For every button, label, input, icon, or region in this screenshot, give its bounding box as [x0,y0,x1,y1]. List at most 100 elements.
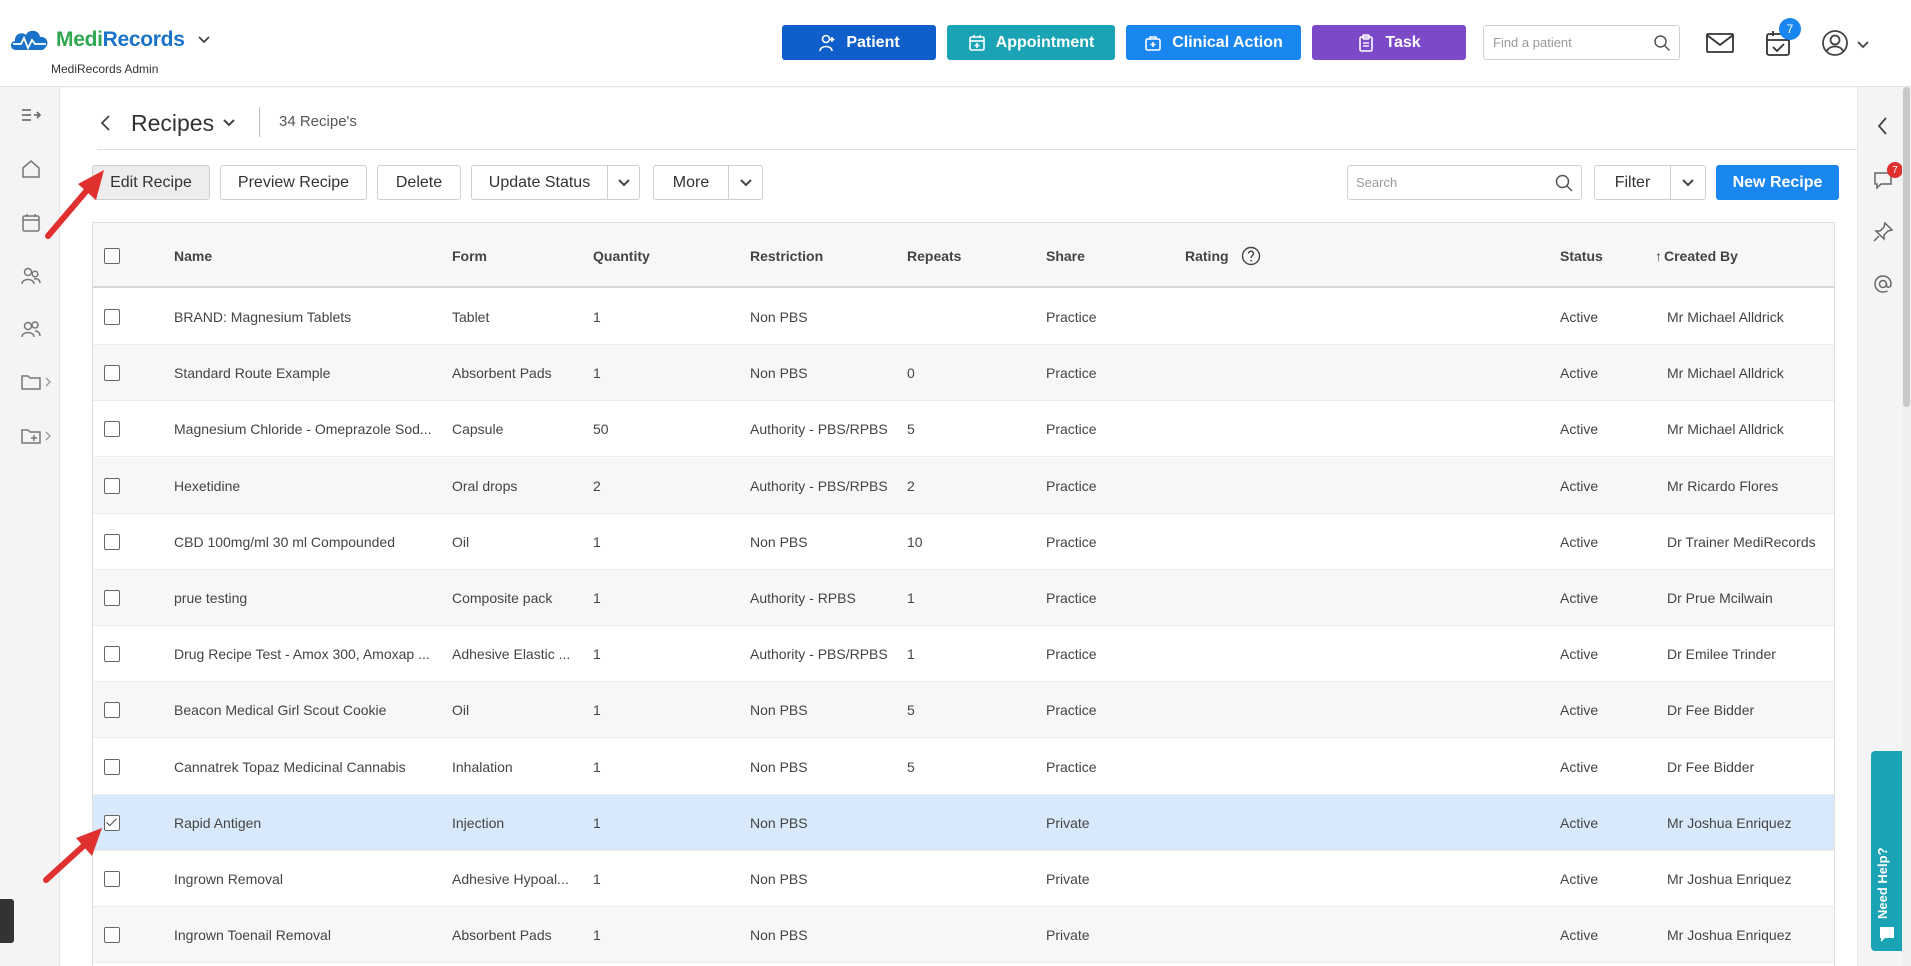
cell-name: Cannatrek Topaz Medicinal Cannabis [174,758,406,775]
select-all-checkbox[interactable] [104,248,120,264]
cell-repeats: 1 [907,646,915,663]
filter-dropdown[interactable] [1670,165,1706,200]
expand-menu-icon[interactable] [20,105,42,127]
chevron-right-icon[interactable] [44,377,52,387]
cell-restriction: Non PBS [750,927,808,944]
app-logo[interactable]: MediRecords [8,26,211,54]
recipe-search-field[interactable] [1347,165,1582,200]
column-rating[interactable]: Rating [1185,223,1261,288]
find-patient-input[interactable] [1484,26,1644,59]
cell-quantity: 1 [593,927,601,944]
filter-button[interactable]: Filter [1594,165,1671,200]
cell-quantity: 2 [593,477,601,494]
column-quantity[interactable]: Quantity [593,223,650,288]
column-share[interactable]: Share [1046,223,1085,288]
preview-recipe-button[interactable]: Preview Recipe [220,165,367,200]
row-checkbox[interactable] [104,533,120,550]
chevron-down-icon[interactable] [197,33,211,47]
pin-icon[interactable] [1872,221,1894,243]
chat-badge: 7 [1887,162,1903,178]
table-row[interactable]: Cannatrek Topaz Medicinal Cannabis Inhala… [93,738,1834,795]
more-button[interactable]: More [653,165,729,200]
cell-status: Active [1560,533,1599,550]
help-circle-icon[interactable] [1241,246,1261,266]
cell-restriction: Non PBS [750,871,808,887]
table-row[interactable]: CBD 100mg/ml 30 ml Compounded Oil 1 Non PBS… [93,513,1834,570]
table-row[interactable]: Hexetidine Oral drops 2 Authority - PBS/RPB… [93,457,1834,514]
chevron-right-icon[interactable] [44,431,52,441]
table-row[interactable]: Ingrown Toenail Removal Absorbent Pads 1 No… [93,907,1834,964]
cell-created-by: Mr Michael Alldrick [1667,309,1784,325]
cell-form: Injection [452,814,505,831]
cell-created-by: Dr Emilee Trinder [1667,646,1776,663]
appointment-button[interactable]: Appointment [947,25,1115,60]
row-checkbox[interactable] [104,421,120,438]
cell-share: Practice [1046,477,1097,494]
row-checkbox[interactable] [104,590,120,606]
chevron-down-icon[interactable] [222,116,236,130]
users-icon[interactable] [20,318,42,340]
table-row[interactable]: Standard Route Example Absorbent Pads 1 Non… [93,345,1834,402]
table-row[interactable]: prue testing Composite pack 1 Authority - R… [93,570,1834,626]
column-form[interactable]: Form [452,223,487,288]
clinical-action-button[interactable]: Clinical Action [1126,25,1301,60]
table-row[interactable]: Beacon Medical Girl Scout Cookie Oil 1 Non … [93,682,1834,739]
at-mention-icon[interactable] [1872,273,1894,295]
cell-quantity: 1 [593,309,601,325]
cell-status: Active [1560,702,1599,719]
row-checkbox[interactable] [104,758,120,775]
table-row[interactable]: Rapid Antigen Injection 1 Non PBS Private Act… [93,794,1834,851]
main-content: Recipes 34 Recipe's Edit Recipe Preview … [61,88,1857,966]
table-row[interactable]: Ingrown Removal Adhesive Hypoal... 1 Non PB… [93,851,1834,907]
patients-icon[interactable] [20,265,42,287]
appointment-button-label: Appointment [995,33,1095,51]
cell-share: Practice [1046,590,1097,606]
row-checkbox[interactable] [104,646,120,663]
home-icon[interactable] [20,158,42,180]
scrollbar-thumb[interactable] [1903,87,1910,407]
side-tab-handle[interactable] [0,899,14,943]
need-help-tab[interactable]: Need Help? [1871,751,1903,951]
calendar-icon[interactable] [20,212,42,234]
update-status-button[interactable]: Update Status [471,165,608,200]
table-row[interactable]: Drug Recipe Test - Amox 300, Amoxap ... A… [93,626,1834,683]
clinical-action-button-label: Clinical Action [1172,33,1283,51]
chevron-down-icon[interactable] [1856,38,1870,52]
column-name[interactable]: Name [174,223,212,288]
back-chevron-icon[interactable] [97,114,115,132]
cell-created-by: Mr Joshua Enriquez [1667,814,1792,831]
row-checkbox[interactable] [104,702,120,719]
mail-icon[interactable] [1705,28,1735,58]
row-checkbox[interactable] [104,927,120,944]
row-checkbox[interactable] [104,365,120,382]
column-restriction[interactable]: Restriction [750,223,823,288]
folder-icon[interactable] [20,371,42,393]
search-icon[interactable] [1653,34,1671,52]
cell-share: Private [1046,927,1090,944]
patient-button[interactable]: Patient [782,25,936,60]
row-checkbox[interactable] [104,309,120,325]
folder-add-icon[interactable] [20,425,42,447]
column-status[interactable]: Status [1560,223,1603,288]
collapse-chevron-icon[interactable] [1872,115,1894,137]
task-button[interactable]: Task [1312,25,1466,60]
more-dropdown[interactable] [728,165,763,200]
search-icon[interactable] [1554,173,1574,193]
cell-created-by: Mr Michael Alldrick [1667,365,1784,382]
user-avatar-icon[interactable] [1820,28,1850,58]
row-checkbox[interactable] [104,477,120,494]
cell-form: Capsule [452,421,504,438]
page-scrollbar[interactable] [1902,87,1911,966]
table-row[interactable]: Magnesium Chloride - Omeprazole Sod... Ca… [93,401,1834,458]
update-status-dropdown[interactable] [607,165,640,200]
cell-quantity: 1 [593,871,601,887]
find-patient-field[interactable] [1483,25,1680,60]
table-row[interactable]: BRAND: Magnesium Tablets Tablet 1 Non PBS Pr… [93,289,1834,345]
recipe-search-input[interactable] [1348,166,1548,199]
cell-created-by: Dr Fee Bidder [1667,758,1755,775]
cell-created-by: Mr Michael Alldrick [1667,421,1784,438]
new-recipe-button[interactable]: New Recipe [1716,165,1839,200]
column-repeats[interactable]: Repeats [907,223,961,288]
column-created-by[interactable]: ↑ Created By [1655,223,1738,288]
delete-button[interactable]: Delete [377,165,461,200]
